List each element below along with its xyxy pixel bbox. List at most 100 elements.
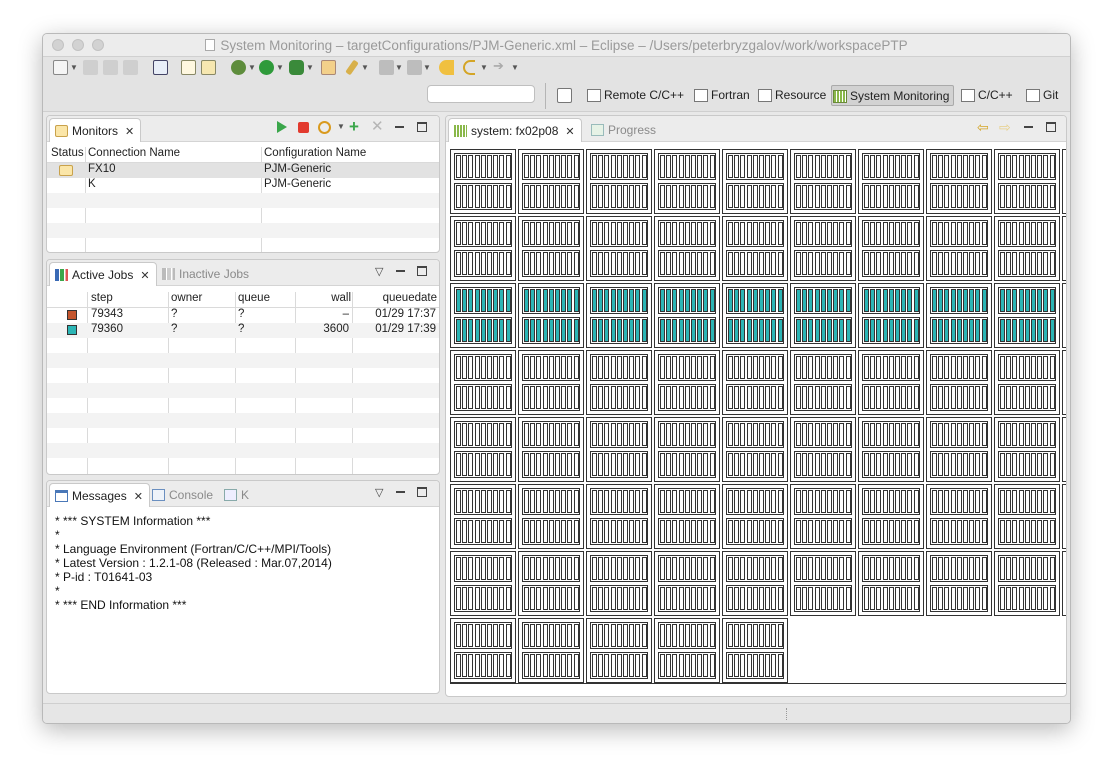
idle-node-group[interactable]	[930, 354, 988, 381]
column-header-connection[interactable]: Connection Name	[88, 147, 180, 159]
node-cabinet[interactable]	[994, 417, 1060, 482]
run-dropdown-icon[interactable]: ▼	[276, 63, 284, 72]
busy-node-group[interactable]	[794, 287, 852, 314]
debug-dropdown-icon[interactable]: ▼	[248, 63, 256, 72]
maximize-icon[interactable]	[417, 487, 427, 497]
node-cabinet[interactable]	[654, 216, 720, 281]
busy-node-group[interactable]	[454, 317, 512, 344]
idle-node-group[interactable]	[658, 421, 716, 448]
tab-console[interactable]: Console	[147, 483, 219, 507]
idle-node-group[interactable]	[794, 183, 852, 210]
save-all-icon[interactable]	[103, 60, 118, 75]
close-icon[interactable]: ✕	[565, 126, 574, 138]
perspective-system-monitoring[interactable]: System Monitoring	[831, 85, 955, 106]
idle-node-group[interactable]	[454, 421, 512, 448]
new-dropdown-icon[interactable]: ▼	[70, 63, 78, 72]
idle-node-group[interactable]	[930, 488, 988, 515]
table-row[interactable]: FX10 PJM-Generic	[47, 163, 439, 178]
idle-node-group[interactable]	[522, 220, 580, 247]
idle-node-group[interactable]	[862, 451, 920, 478]
idle-node-group[interactable]	[726, 585, 784, 612]
maximize-icon[interactable]	[417, 266, 427, 276]
node-cabinet[interactable]	[790, 283, 856, 348]
quick-access-input[interactable]	[427, 85, 535, 103]
idle-node-group[interactable]	[454, 153, 512, 180]
previous-annotation-dropdown-icon[interactable]: ▼	[423, 63, 431, 72]
idle-node-group[interactable]	[658, 183, 716, 210]
node-cabinet[interactable]	[450, 484, 516, 549]
idle-node-group[interactable]	[590, 250, 648, 277]
busy-node-group[interactable]	[522, 287, 580, 314]
idle-node-group[interactable]	[522, 518, 580, 545]
idle-node-group[interactable]	[794, 384, 852, 411]
idle-node-group[interactable]	[522, 354, 580, 381]
node-cabinet[interactable]	[994, 551, 1060, 616]
idle-node-group[interactable]	[930, 220, 988, 247]
idle-node-group[interactable]	[658, 652, 716, 679]
node-cabinet[interactable]	[790, 350, 856, 415]
idle-node-group[interactable]	[726, 555, 784, 582]
busy-node-group[interactable]	[998, 287, 1056, 314]
column-header-wall[interactable]: wall	[331, 292, 351, 304]
idle-node-group[interactable]	[658, 518, 716, 545]
idle-node-group[interactable]	[726, 488, 784, 515]
previous-annotation-icon[interactable]	[407, 60, 422, 75]
idle-node-group[interactable]	[590, 585, 648, 612]
idle-node-group[interactable]	[658, 153, 716, 180]
refresh-monitor-icon[interactable]	[318, 121, 331, 134]
node-cabinet[interactable]	[1062, 551, 1066, 616]
idle-node-group[interactable]	[794, 250, 852, 277]
idle-node-group[interactable]	[862, 421, 920, 448]
idle-node-group[interactable]	[930, 451, 988, 478]
perspective-fortran[interactable]: Fortran	[693, 85, 754, 106]
idle-node-group[interactable]	[794, 220, 852, 247]
task-link-icon[interactable]	[201, 60, 216, 75]
tab-messages[interactable]: Messages ✕	[49, 483, 150, 507]
idle-node-group[interactable]	[998, 585, 1056, 612]
node-cabinet[interactable]	[722, 216, 788, 281]
idle-node-group[interactable]	[862, 354, 920, 381]
busy-node-group[interactable]	[522, 317, 580, 344]
node-cabinet[interactable]	[858, 283, 924, 348]
idle-node-group[interactable]	[998, 354, 1056, 381]
idle-node-group[interactable]	[930, 384, 988, 411]
idle-node-group[interactable]	[454, 354, 512, 381]
minimize-icon[interactable]	[1024, 126, 1033, 128]
node-cabinet[interactable]	[926, 283, 992, 348]
forward-dropdown-icon[interactable]: ▼	[511, 63, 519, 72]
column-header-owner[interactable]: owner	[171, 292, 202, 304]
node-cabinet[interactable]	[654, 283, 720, 348]
view-menu-icon[interactable]: ▽	[375, 487, 383, 499]
idle-node-group[interactable]	[930, 585, 988, 612]
node-cabinet[interactable]	[926, 484, 992, 549]
add-monitor-icon[interactable]: +	[349, 118, 364, 135]
idle-node-group[interactable]	[862, 250, 920, 277]
column-header-step[interactable]: step	[91, 292, 113, 304]
column-header-queuedate[interactable]: queuedate	[383, 292, 437, 304]
busy-node-group[interactable]	[590, 287, 648, 314]
idle-node-group[interactable]	[794, 518, 852, 545]
node-cabinet[interactable]	[994, 484, 1060, 549]
tab-k[interactable]: K	[219, 483, 255, 507]
node-cabinet[interactable]	[654, 350, 720, 415]
idle-node-group[interactable]	[522, 153, 580, 180]
idle-node-group[interactable]	[862, 153, 920, 180]
idle-node-group[interactable]	[522, 421, 580, 448]
node-cabinet[interactable]	[722, 149, 788, 214]
node-cabinet[interactable]	[1062, 417, 1066, 482]
idle-node-group[interactable]	[522, 384, 580, 411]
busy-node-group[interactable]	[658, 317, 716, 344]
idle-node-group[interactable]	[658, 555, 716, 582]
maximize-icon[interactable]	[417, 122, 427, 132]
idle-node-group[interactable]	[590, 622, 648, 649]
node-cabinet[interactable]	[1062, 216, 1066, 281]
perspective-resource[interactable]: Resource	[757, 85, 830, 106]
idle-node-group[interactable]	[726, 652, 784, 679]
minimize-icon[interactable]	[395, 126, 404, 128]
node-cabinet[interactable]	[654, 149, 720, 214]
node-cabinet[interactable]	[450, 149, 516, 214]
forward-icon[interactable]: ➔	[493, 58, 508, 73]
idle-node-group[interactable]	[998, 183, 1056, 210]
idle-node-group[interactable]	[454, 220, 512, 247]
forward-arrow-icon[interactable]: ⇨	[999, 120, 1014, 135]
